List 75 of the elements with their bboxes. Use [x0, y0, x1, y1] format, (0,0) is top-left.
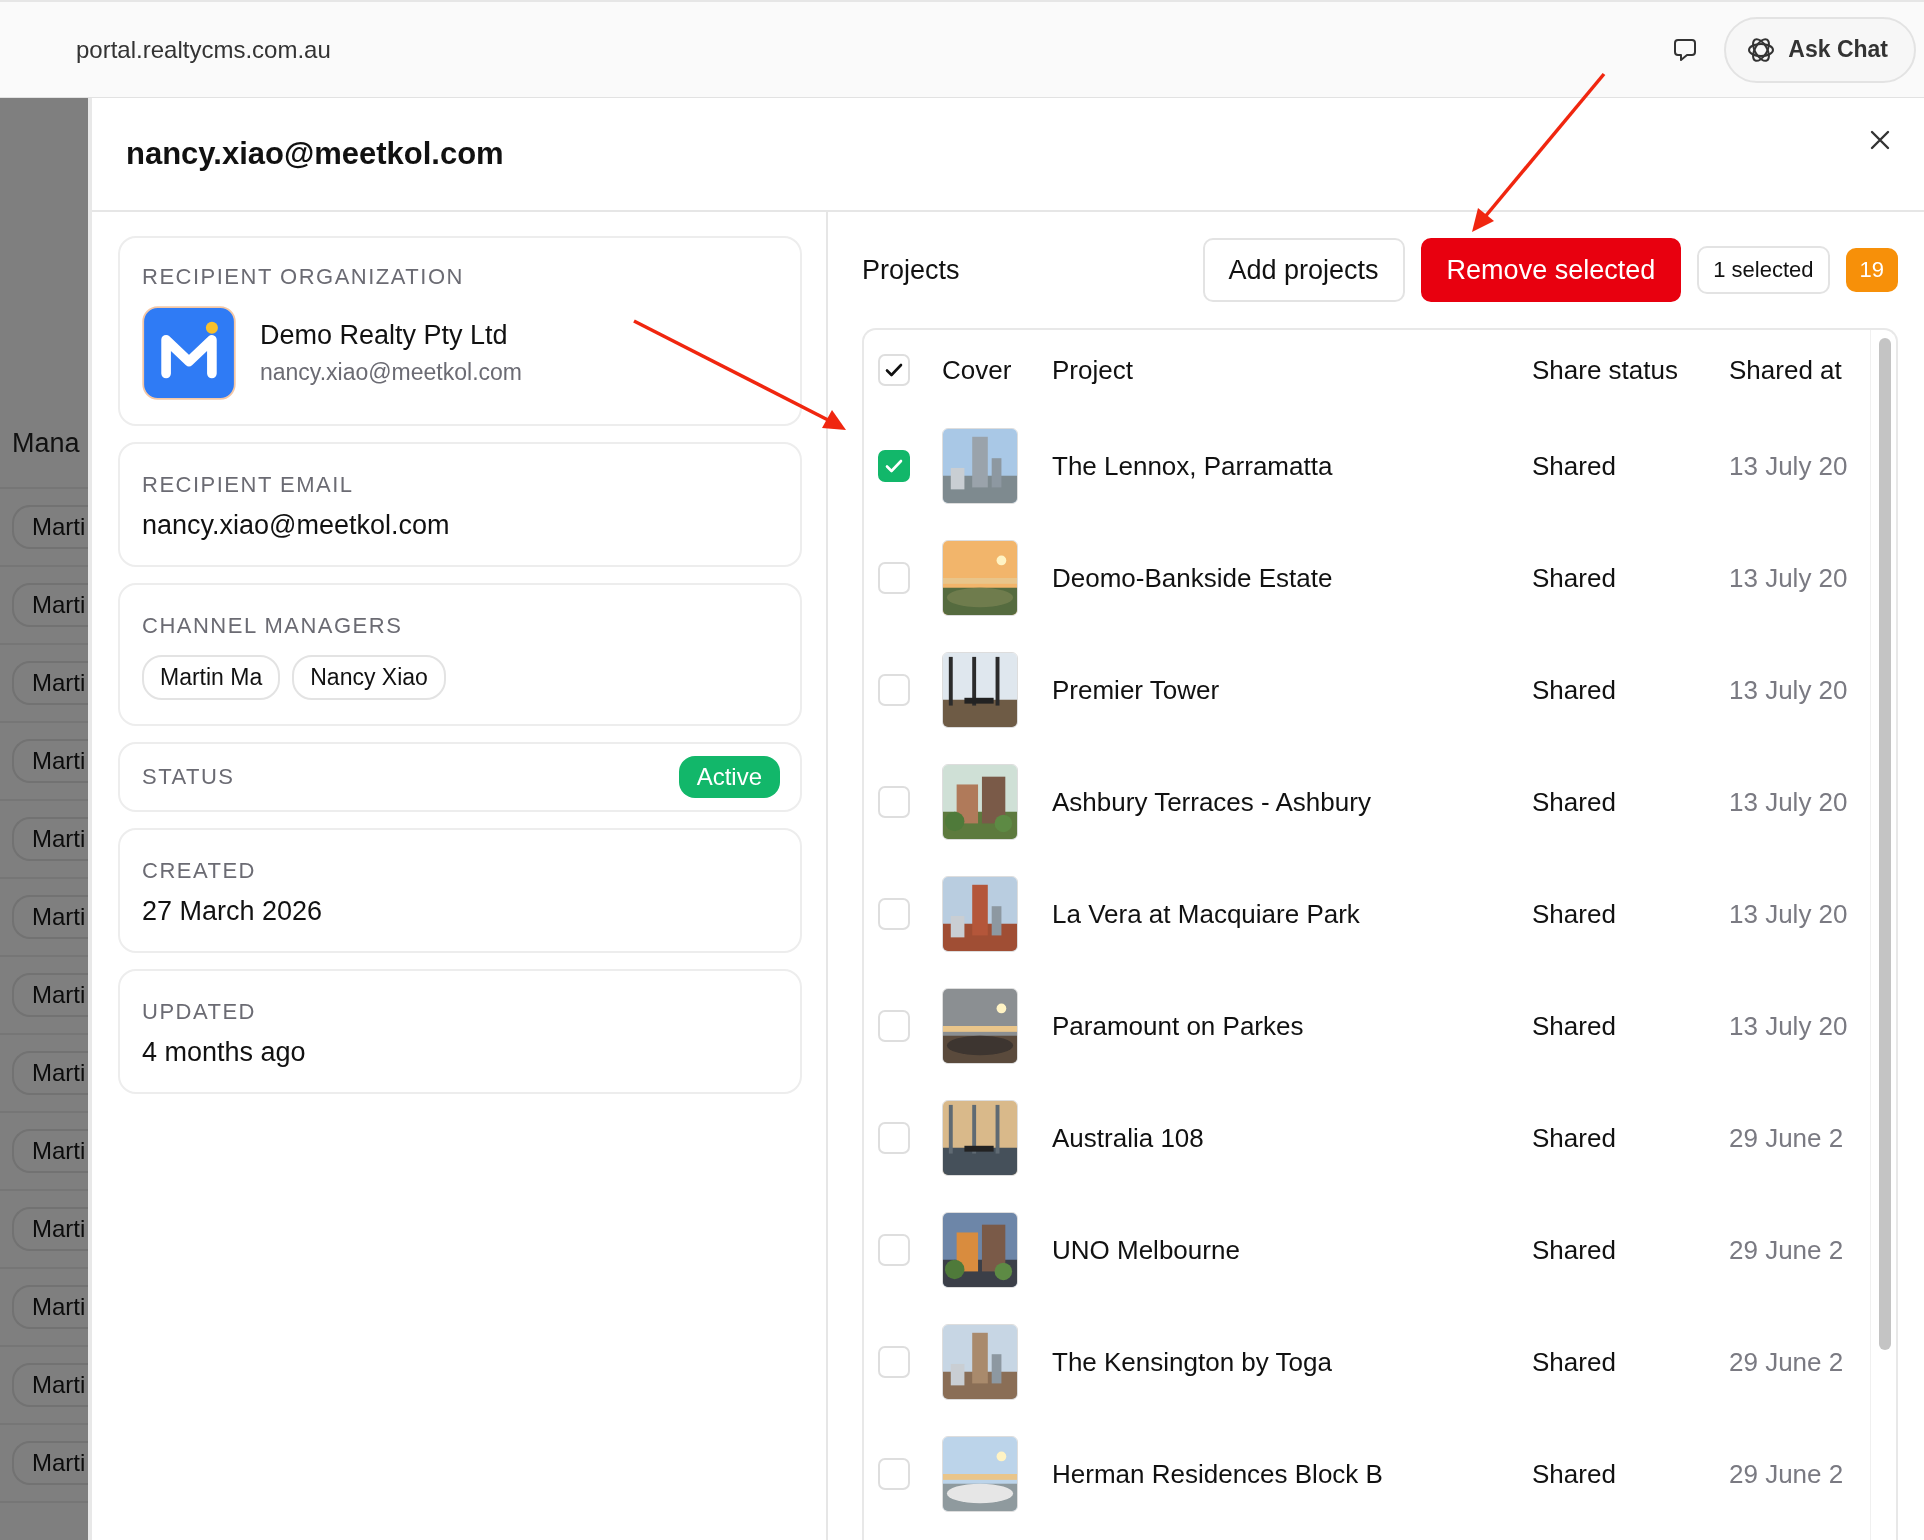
card-label: RECIPIENT EMAIL [142, 472, 355, 498]
row-checkbox[interactable] [878, 450, 910, 482]
project-name: Ashbury Terraces - Ashbury [1052, 786, 1372, 818]
shared-date: 29 June 2 [1729, 1122, 1845, 1154]
page-heading: Mana [0, 428, 88, 489]
url-text[interactable]: portal.realtycms.com.au [76, 35, 1673, 64]
share-status: Shared [1532, 1346, 1617, 1378]
name-chip: Marti [12, 1129, 88, 1173]
shared-date: 29 June 2 [1729, 1458, 1845, 1490]
selected-count: 1 selected [1697, 246, 1830, 294]
name-chip: Marti [12, 1051, 88, 1095]
projects-title: Projects [862, 254, 961, 286]
name-chip: Marti [12, 583, 88, 627]
card-label: UPDATED [142, 999, 257, 1025]
card-value: 27 March 2026 [142, 896, 324, 927]
shared-date: 13 July 20 [1729, 786, 1849, 818]
project-name: UNO Melbourne [1052, 1234, 1241, 1266]
name-chip: Marti [12, 973, 88, 1017]
organization-name: Demo Realty Pty Ltd [260, 320, 509, 351]
name-chip: Marti [12, 1207, 88, 1251]
share-status: Shared [1532, 562, 1617, 594]
share-status: Shared [1532, 786, 1617, 818]
name-chip: Marti [12, 895, 88, 939]
card-label: CREATED [142, 858, 257, 884]
add-projects-button[interactable]: Add projects [1202, 238, 1405, 302]
name-chip: Marti [12, 1285, 88, 1329]
select-all-checkbox[interactable] [878, 354, 910, 386]
project-name: Paramount on Parkes [1052, 1010, 1305, 1042]
name-chip: Marti [12, 739, 88, 783]
share-status: Shared [1532, 1458, 1617, 1490]
project-name: Australia 108 [1052, 1122, 1205, 1154]
share-status: Shared [1532, 1122, 1617, 1154]
card-label: RECIPIENT ORGANIZATION [142, 264, 465, 290]
column-header[interactable]: Share status [1532, 354, 1729, 386]
shared-date: 13 July 20 [1729, 562, 1849, 594]
manager-chip: Nancy Xiao [292, 655, 446, 700]
name-chip: Marti [12, 505, 88, 549]
organization-email: nancy.xiao@meetkol.com [260, 359, 522, 386]
share-status: Shared [1532, 898, 1617, 930]
drawer-title: nancy.xiao@meetkol.com [126, 136, 504, 172]
share-status: Shared [1532, 674, 1617, 706]
ask-chat-button[interactable]: Ask Chat [1724, 16, 1916, 83]
share-status: Shared [1532, 450, 1617, 482]
card-label: STATUS [142, 764, 235, 790]
shared-date: 13 July 20 [1729, 450, 1849, 482]
project-name: Premier Tower [1052, 674, 1221, 706]
project-name: The Kensington by Toga [1052, 1346, 1333, 1378]
card-value: nancy.xiao@meetkol.com [142, 510, 451, 541]
share-status: Shared [1532, 1234, 1617, 1266]
project-name: La Vera at Macquiare Park [1052, 898, 1361, 930]
shared-date: 13 July 20 [1729, 1010, 1849, 1042]
message-icon[interactable] [1672, 36, 1699, 63]
close-icon [1868, 128, 1892, 152]
project-name: Deomo-Bankside Estate [1052, 562, 1334, 594]
column-header[interactable]: Cover [942, 354, 1052, 386]
total-badge: 19 [1845, 248, 1898, 292]
shared-date: 29 June 2 [1729, 1234, 1845, 1266]
status-badge: Active [678, 756, 780, 798]
card-label: CHANNEL MANAGERS [142, 613, 404, 639]
project-name: Herman Residences Block B [1052, 1458, 1384, 1490]
shared-date: 13 July 20 [1729, 674, 1849, 706]
remove-selected-button[interactable]: Remove selected [1420, 238, 1682, 302]
name-chip: Marti [12, 817, 88, 861]
name-chip: Marti [12, 661, 88, 705]
project-name: The Lennox, Parramatta [1052, 450, 1334, 482]
shared-date: 13 July 20 [1729, 898, 1849, 930]
name-chip: Marti [12, 1363, 88, 1407]
share-status: Shared [1532, 1010, 1617, 1042]
manager-chip: Martin Ma [142, 655, 281, 700]
name-chip: Marti [12, 1441, 88, 1485]
column-header[interactable]: Project [1052, 354, 1532, 386]
column-header[interactable]: Shared at [1729, 354, 1870, 386]
card-value: 4 months ago [142, 1037, 307, 1068]
scrollbar-thumb[interactable] [1879, 338, 1891, 1350]
shared-date: 29 June 2 [1729, 1346, 1845, 1378]
